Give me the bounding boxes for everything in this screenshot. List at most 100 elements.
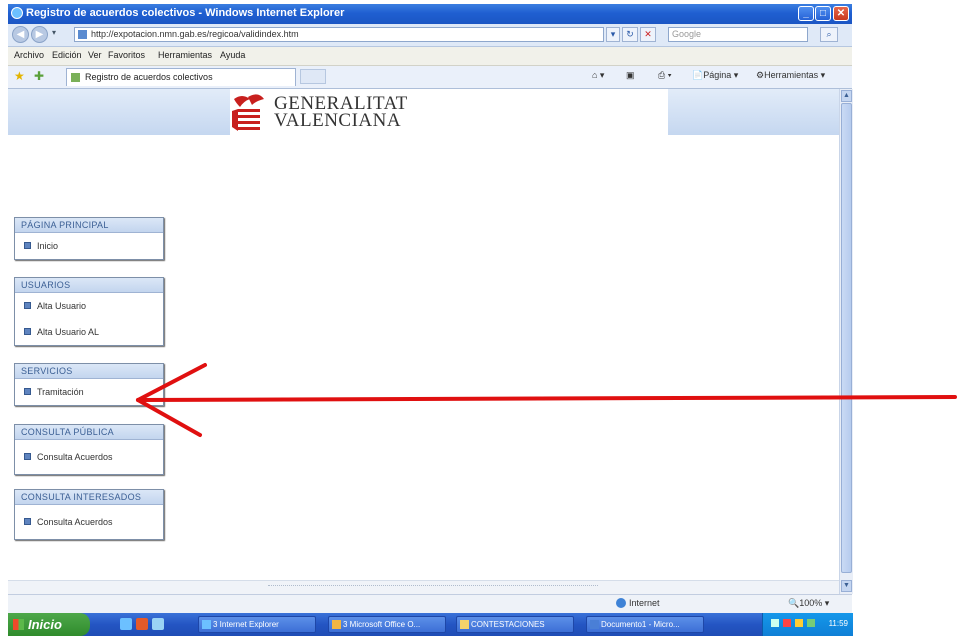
task-documento1[interactable]: Documento1 - Micro...: [586, 616, 704, 633]
menu-item-tramitacion[interactable]: Tramitación: [15, 379, 163, 405]
menu-bar: Archivo Edición Ver Favoritos Herramient…: [8, 47, 852, 66]
word-task-icon: [590, 620, 599, 629]
task-label: 3 Microsoft Office O...: [343, 620, 421, 629]
task-contestaciones[interactable]: CONTESTACIONES: [456, 616, 574, 633]
menu-heading-consulta-interesados: CONSULTA INTERESADOS: [15, 490, 163, 505]
menu-item-inicio[interactable]: Inicio: [15, 233, 163, 259]
menu-box-pagina-principal: PÁGINA PRINCIPAL Inicio: [14, 217, 164, 260]
tray-network-icon[interactable]: [795, 619, 803, 627]
security-zone[interactable]: Internet: [616, 598, 660, 608]
task-office[interactable]: 3 Microsoft Office O...: [328, 616, 446, 633]
bullet-icon: [24, 453, 31, 460]
taskbar: Inicio 3 Internet Explorer 3 Microsoft O…: [8, 613, 853, 636]
home-icon[interactable]: ⌂ ▾: [592, 70, 604, 81]
menu-herramientas[interactable]: Herramientas: [158, 50, 212, 60]
task-internet-explorer[interactable]: 3 Internet Explorer: [198, 616, 316, 633]
page-menu-button[interactable]: 📄Página ▾: [692, 70, 738, 81]
status-bar: Internet 🔍100% ▾: [8, 594, 852, 613]
logo-text: GENERALITAT VALENCIANA: [274, 94, 408, 130]
folder-task-icon: [460, 620, 469, 629]
menu-item-label: Consulta Acuerdos: [37, 517, 113, 527]
bullet-icon: [24, 388, 31, 395]
refresh-button[interactable]: ↻: [622, 27, 638, 42]
add-favorite-icon[interactable]: ✚: [34, 69, 44, 83]
scroll-track: [268, 585, 598, 590]
address-input[interactable]: http://expotacion.nmn.gab.es/regicoa/val…: [74, 27, 604, 42]
tab-bar: ★ ✚ Registro de acuerdos colectivos ⌂ ▾ …: [8, 66, 852, 89]
stop-button[interactable]: ✕: [640, 27, 656, 42]
quicklaunch-ie-icon[interactable]: [120, 618, 132, 630]
logo-area: GENERALITAT VALENCIANA: [230, 89, 668, 135]
zone-label: Internet: [629, 598, 660, 608]
window-title: Registro de acuerdos colectivos - Window…: [26, 7, 345, 19]
tab-favicon: [71, 73, 80, 82]
feeds-icon[interactable]: ▣: [626, 70, 635, 81]
menu-heading-usuarios: USUARIOS: [15, 278, 163, 293]
vertical-scrollbar[interactable]: ▲ ▼: [839, 89, 853, 594]
bullet-icon: [24, 242, 31, 249]
system-tray: 11:59: [762, 613, 853, 636]
history-dropdown-icon[interactable]: ▾: [52, 28, 56, 37]
menu-item-alta-usuario[interactable]: Alta Usuario: [15, 293, 163, 319]
search-input[interactable]: Google: [668, 27, 808, 42]
browser-screen: Registro de acuerdos colectivos - Window…: [8, 4, 853, 636]
window-titlebar: Registro de acuerdos colectivos - Window…: [8, 4, 852, 24]
office-task-icon: [332, 620, 341, 629]
address-url: http://expotacion.nmn.gab.es/regicoa/val…: [91, 29, 299, 39]
address-toolbar: ◀ ▶ ▾ http://expotacion.nmn.gab.es/regic…: [8, 24, 852, 47]
menu-item-label: Inicio: [37, 241, 59, 251]
tab-title: Registro de acuerdos colectivos: [85, 72, 213, 82]
menu-heading-pagina-principal: PÁGINA PRINCIPAL: [15, 218, 163, 233]
favorites-star-icon[interactable]: ★: [14, 69, 25, 83]
menu-favoritos[interactable]: Favoritos: [108, 50, 145, 60]
clock: 11:59: [828, 619, 848, 628]
forward-button[interactable]: ▶: [31, 26, 48, 43]
back-button[interactable]: ◀: [12, 26, 29, 43]
quicklaunch-media-icon[interactable]: [136, 618, 148, 630]
generalitat-logo-icon: [232, 94, 264, 131]
menu-item-label: Alta Usuario AL: [37, 327, 100, 337]
tray-language-icon[interactable]: [771, 619, 779, 627]
bullet-icon: [24, 302, 31, 309]
start-button[interactable]: Inicio: [8, 613, 90, 636]
scroll-down-icon[interactable]: ▼: [841, 580, 852, 592]
close-button[interactable]: ✕: [833, 6, 849, 21]
quicklaunch-desktop-icon[interactable]: [152, 618, 164, 630]
menu-item-alta-usuario-al[interactable]: Alta Usuario AL: [15, 319, 163, 345]
globe-icon: [616, 598, 626, 608]
ie-task-icon: [202, 620, 211, 629]
minimize-button[interactable]: _: [798, 6, 814, 21]
windows-flag-icon: [13, 619, 24, 630]
tools-menu-label: Herramientas: [764, 70, 819, 80]
menu-item-label: Alta Usuario: [37, 301, 87, 311]
menu-item-label: Consulta Acuerdos: [37, 452, 113, 462]
menu-ver[interactable]: Ver: [88, 50, 102, 60]
maximize-button[interactable]: □: [815, 6, 831, 21]
zoom-label: 100%: [799, 598, 823, 608]
scroll-up-icon[interactable]: ▲: [841, 90, 852, 102]
menu-box-consulta-interesados: CONSULTA INTERESADOS Consulta Acuerdos: [14, 489, 164, 540]
new-tab-button[interactable]: [300, 69, 326, 84]
scroll-thumb[interactable]: [841, 103, 852, 573]
menu-box-servicios: SERVICIOS Tramitación: [14, 363, 164, 406]
menu-edicion[interactable]: Edición: [52, 50, 82, 60]
menu-box-usuarios: USUARIOS Alta Usuario Alta Usuario AL: [14, 277, 164, 346]
bullet-icon: [24, 328, 31, 335]
task-label: Documento1 - Micro...: [601, 620, 680, 629]
search-button[interactable]: ⌕: [820, 27, 838, 42]
tray-volume-icon[interactable]: [807, 619, 815, 627]
horizontal-scrollbar[interactable]: [8, 580, 839, 595]
tab-registro[interactable]: Registro de acuerdos colectivos: [66, 68, 296, 86]
task-label: CONTESTACIONES: [471, 620, 545, 629]
address-dropdown-button[interactable]: ▾: [606, 27, 620, 42]
zoom-control[interactable]: 🔍100% ▾: [788, 598, 829, 609]
tools-menu-button[interactable]: ⚙Herramientas ▾: [756, 70, 825, 81]
page-icon: [78, 30, 87, 39]
tray-security-icon[interactable]: [783, 619, 791, 627]
menu-item-consulta-acuerdos[interactable]: Consulta Acuerdos: [15, 440, 163, 474]
menu-archivo[interactable]: Archivo: [14, 50, 44, 60]
menu-heading-servicios: SERVICIOS: [15, 364, 163, 379]
menu-item-consulta-acuerdos-interesados[interactable]: Consulta Acuerdos: [15, 505, 163, 539]
menu-ayuda[interactable]: Ayuda: [220, 50, 245, 60]
print-icon[interactable]: ⎙ ▾: [658, 70, 671, 81]
